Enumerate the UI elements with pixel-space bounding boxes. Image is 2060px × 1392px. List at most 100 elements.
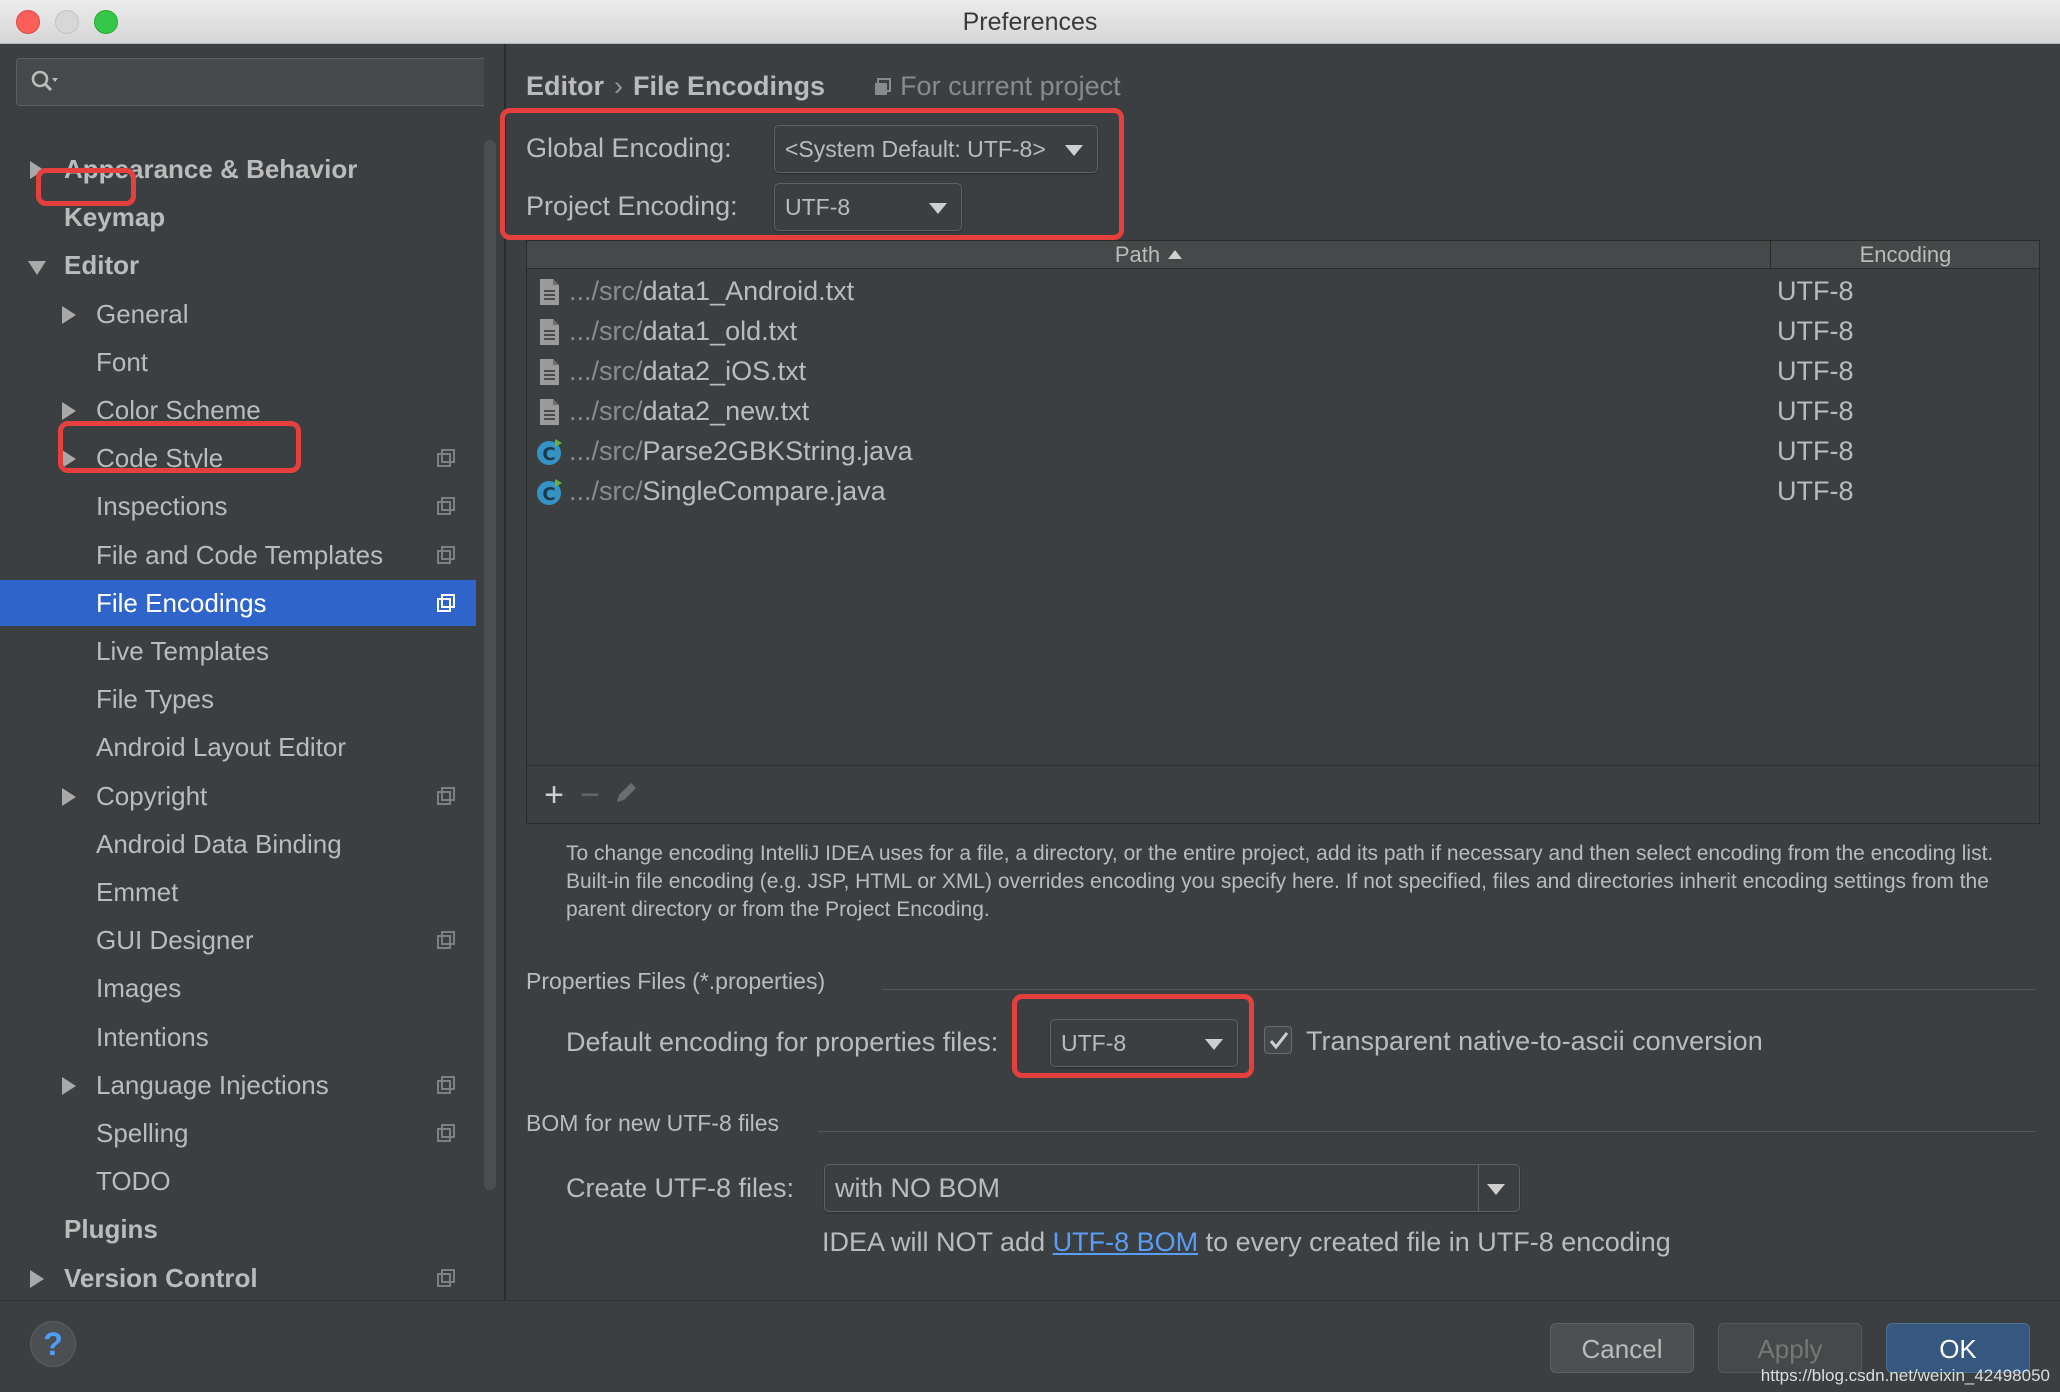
path-cell: .../src/data1_old.txt	[569, 311, 797, 351]
text-file-icon	[535, 317, 563, 347]
collapsed-arrow-icon[interactable]	[30, 1270, 44, 1288]
table-row[interactable]: .../src/data1_old.txt UTF-8	[527, 311, 2039, 351]
sidebar-item-label: Font	[96, 347, 149, 377]
help-button[interactable]: ?	[30, 1321, 76, 1367]
sidebar-item-label: TODO	[96, 1166, 171, 1196]
table-row[interactable]: C .../src/SingleCompare.java UTF-8	[527, 471, 2039, 511]
sidebar-item-plugins[interactable]: Plugins	[0, 1206, 476, 1252]
project-scope-icon	[437, 787, 455, 805]
path-filename: Parse2GBKString.java	[642, 436, 913, 466]
breadcrumb: Editor › File Encodings For current projec…	[526, 66, 1121, 106]
sidebar-item-label: Images	[96, 973, 182, 1003]
sidebar-item-label: Inspections	[96, 491, 228, 521]
file-encodings-table[interactable]: Path Encoding .../src/data1_Android.txt U…	[526, 240, 2040, 824]
project-scope-icon	[437, 931, 455, 949]
encoding-cell[interactable]: UTF-8	[1777, 471, 1854, 511]
sidebar-item-label: Android Layout Editor	[96, 732, 347, 762]
path-filename: data2_new.txt	[642, 396, 810, 426]
encoding-cell[interactable]: UTF-8	[1777, 431, 1854, 471]
encoding-cell[interactable]: UTF-8	[1777, 271, 1854, 311]
encoding-column-header[interactable]: Encoding	[1772, 241, 2039, 269]
sidebar-item-label: Live Templates	[96, 636, 269, 666]
create-utf8-files-label: Create UTF-8 files:	[566, 1173, 795, 1203]
sidebar-item-version-control[interactable]: Version Control	[0, 1255, 476, 1300]
sidebar-item-font[interactable]: Font	[0, 339, 476, 385]
sidebar-item-label: Spelling	[96, 1118, 189, 1148]
text-file-icon	[535, 357, 563, 387]
settings-sidebar: Appearance & Behavior Keymap Editor General…	[0, 44, 484, 1300]
table-row[interactable]: .../src/data2_iOS.txt UTF-8	[527, 351, 2039, 391]
native-to-ascii-checkbox[interactable]	[1264, 1026, 1292, 1054]
encoding-cell[interactable]: UTF-8	[1777, 311, 1854, 351]
path-directory: .../src/	[569, 316, 643, 346]
path-directory: .../src/	[569, 396, 643, 426]
breadcrumb-scope-hint: For current project	[900, 71, 1121, 101]
properties-section-title: Properties Files (*.properties)	[526, 968, 826, 994]
sidebar-item-file-and-code-templates[interactable]: File and Code Templates	[0, 532, 476, 578]
sidebar-scrollbar[interactable]	[484, 140, 496, 1190]
sidebar-item-gui-designer[interactable]: GUI Designer	[0, 917, 476, 963]
svg-text:C: C	[542, 484, 555, 505]
encoding-cell[interactable]: UTF-8	[1777, 351, 1854, 391]
table-row[interactable]: .../src/data1_Android.txt UTF-8	[527, 271, 2039, 311]
cancel-button[interactable]: Cancel	[1550, 1323, 1694, 1373]
collapsed-arrow-icon[interactable]	[62, 788, 76, 806]
watermark-url: https://blog.csdn.net/weixin_42498050	[1760, 1366, 2050, 1385]
breadcrumb-parent[interactable]: Editor	[526, 71, 604, 101]
sidebar-item-images[interactable]: Images	[0, 965, 476, 1011]
project-scope-icon	[873, 71, 901, 101]
bom-note-prefix: IDEA will NOT add	[822, 1227, 1053, 1257]
path-column-header[interactable]: Path	[527, 241, 1771, 269]
path-cell: .../src/data1_Android.txt	[569, 271, 854, 311]
combo-divider	[1478, 1165, 1479, 1211]
path-cell: .../src/SingleCompare.java	[569, 471, 886, 511]
collapsed-arrow-icon[interactable]	[62, 306, 76, 324]
table-row[interactable]: .../src/data2_new.txt UTF-8	[527, 391, 2039, 431]
project-scope-icon	[437, 1269, 455, 1287]
sidebar-item-live-templates[interactable]: Live Templates	[0, 628, 476, 674]
breadcrumb-separator: ›	[614, 71, 623, 101]
sidebar-item-editor[interactable]: Editor	[0, 242, 476, 288]
breadcrumb-current: File Encodings	[633, 71, 826, 101]
table-toolbar: + −	[527, 765, 2039, 823]
sidebar-item-label: General	[96, 299, 189, 329]
sidebar-item-todo[interactable]: TODO	[0, 1158, 476, 1204]
collapsed-arrow-icon[interactable]	[62, 1077, 76, 1095]
create-utf8-files-combo[interactable]: with NO BOM	[824, 1164, 1520, 1212]
sidebar-item-android-data-binding[interactable]: Android Data Binding	[0, 821, 476, 867]
settings-search-input[interactable]	[16, 58, 484, 106]
sidebar-item-file-types[interactable]: File Types	[0, 676, 476, 722]
sidebar-item-label: Version Control	[64, 1263, 258, 1293]
sort-ascending-icon	[1168, 250, 1183, 259]
highlight-editor	[36, 168, 136, 206]
sidebar-item-file-encodings[interactable]: File Encodings	[0, 580, 476, 626]
sidebar-item-emmet[interactable]: Emmet	[0, 869, 476, 915]
sidebar-item-language-injections[interactable]: Language Injections	[0, 1062, 476, 1108]
path-directory: .../src/	[569, 276, 643, 306]
sidebar-item-spelling[interactable]: Spelling	[0, 1110, 476, 1156]
path-filename: data1_old.txt	[642, 316, 798, 346]
native-to-ascii-label[interactable]: Transparent native-to-ascii conversion	[1306, 1021, 1763, 1061]
collapsed-arrow-icon[interactable]	[62, 402, 76, 420]
path-cell: .../src/data2_new.txt	[569, 391, 809, 431]
utf8-bom-link[interactable]: UTF-8 BOM	[1053, 1227, 1199, 1257]
sidebar-item-copyright[interactable]: Copyright	[0, 773, 476, 819]
search-icon	[31, 70, 58, 92]
sidebar-item-inspections[interactable]: Inspections	[0, 483, 476, 529]
path-directory: .../src/	[569, 436, 643, 466]
expanded-arrow-icon[interactable]	[28, 261, 46, 275]
add-path-button[interactable]: +	[537, 778, 571, 812]
sidebar-item-intentions[interactable]: Intentions	[0, 1014, 476, 1060]
window-title: Preferences	[962, 8, 1098, 36]
edit-path-button[interactable]	[609, 778, 643, 812]
sidebar-item-label: Intentions	[96, 1022, 209, 1052]
remove-path-button[interactable]: −	[573, 778, 607, 812]
path-directory: .../src/	[569, 356, 643, 386]
encoding-description: To change encoding IntelliJ IDEA uses fo…	[566, 842, 1994, 921]
table-row[interactable]: C .../src/Parse2GBKString.java UTF-8	[527, 431, 2039, 471]
sidebar-item-general[interactable]: General	[0, 291, 476, 337]
sidebar-item-android-layout-editor[interactable]: Android Layout Editor	[0, 724, 476, 770]
project-scope-icon	[437, 1124, 455, 1142]
bom-section-title: BOM for new UTF-8 files	[526, 1110, 780, 1136]
encoding-cell[interactable]: UTF-8	[1777, 391, 1854, 431]
